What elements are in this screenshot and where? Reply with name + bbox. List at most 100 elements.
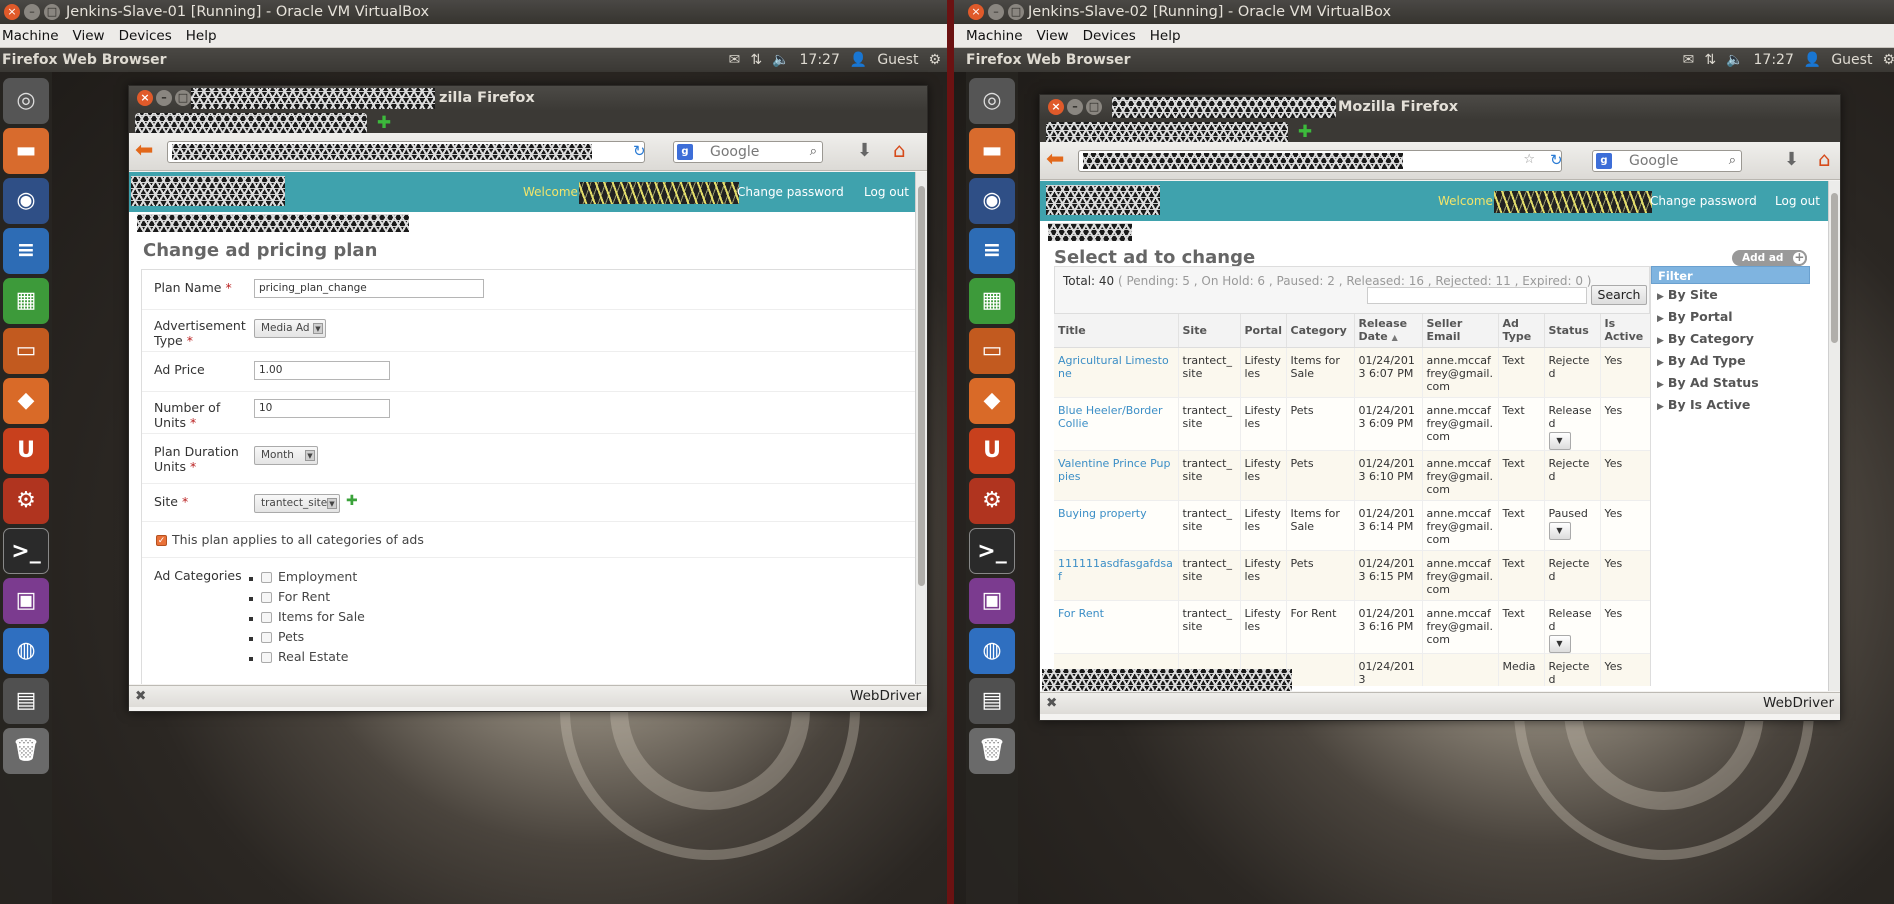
download-icon[interactable]: ⬇ bbox=[857, 142, 872, 160]
bookmark-star-icon[interactable]: ☆ bbox=[1523, 152, 1535, 167]
logout-link[interactable]: Log out bbox=[864, 185, 909, 199]
workspace-switcher-icon[interactable]: ▣ bbox=[969, 578, 1015, 624]
calc-icon[interactable]: ▦ bbox=[969, 278, 1015, 324]
settings-icon[interactable]: ⚙ bbox=[3, 478, 49, 524]
mail-icon[interactable]: ✉ bbox=[1683, 48, 1695, 72]
vm-close-icon[interactable]: × bbox=[4, 4, 20, 20]
filter-item[interactable]: ▶ By Ad Type bbox=[1651, 350, 1810, 372]
sort-asc-icon[interactable]: ▲ bbox=[1392, 333, 1398, 342]
ubuntu-one-icon[interactable]: U bbox=[969, 428, 1015, 474]
changelist-search-input[interactable] bbox=[1367, 287, 1587, 304]
ff-minimize-icon[interactable]: – bbox=[156, 90, 172, 106]
settings-icon[interactable]: ⚙ bbox=[969, 478, 1015, 524]
vm-maximize-icon[interactable]: □ bbox=[44, 4, 60, 20]
scrollbar-thumb[interactable] bbox=[1831, 193, 1838, 343]
workspace-switcher-icon[interactable]: ▣ bbox=[3, 578, 49, 624]
status-menu-dropdown-icon[interactable]: ▼ bbox=[1548, 431, 1571, 450]
col-site[interactable]: Site bbox=[1178, 314, 1241, 348]
clock[interactable]: 17:27 bbox=[1754, 48, 1794, 72]
ff-close-icon[interactable]: × bbox=[1048, 99, 1064, 115]
reload-icon[interactable]: ↻ bbox=[633, 142, 646, 160]
browser-tab[interactable] bbox=[135, 113, 367, 133]
browser-tab[interactable] bbox=[1046, 122, 1288, 142]
user-name[interactable]: Guest bbox=[877, 48, 918, 72]
mail-icon[interactable]: ✉ bbox=[729, 48, 741, 72]
site-select[interactable]: trantect_site ▼ bbox=[254, 494, 340, 513]
search-button[interactable]: Search bbox=[1591, 285, 1647, 305]
terminal-icon[interactable]: >_ bbox=[969, 528, 1015, 574]
volume-icon[interactable]: 🔈 bbox=[1726, 48, 1743, 72]
vm-close-icon[interactable]: × bbox=[968, 4, 984, 20]
page-scrollbar[interactable] bbox=[915, 172, 927, 684]
col-title[interactable]: Title bbox=[1054, 314, 1179, 348]
add-ad-button[interactable]: Add ad + bbox=[1732, 250, 1808, 266]
reload-icon[interactable]: ↻ bbox=[1550, 151, 1563, 169]
session-gear-icon[interactable]: ⚙ bbox=[928, 48, 941, 72]
col-release-date[interactable]: Release Date ▲ bbox=[1354, 314, 1423, 348]
writer-icon[interactable]: ≡ bbox=[3, 228, 49, 274]
ad-title-link[interactable]: Buying property bbox=[1058, 507, 1147, 520]
menu-view[interactable]: View bbox=[73, 24, 105, 47]
ff-close-icon[interactable]: × bbox=[137, 90, 153, 106]
firefox-icon[interactable]: ◉ bbox=[969, 178, 1015, 224]
back-arrow-icon[interactable]: ⬅ bbox=[135, 140, 153, 162]
col-status[interactable]: Status bbox=[1544, 314, 1601, 348]
terminal-icon[interactable]: >_ bbox=[3, 528, 49, 574]
download-icon[interactable]: ⬇ bbox=[1784, 151, 1799, 169]
dash-home-icon[interactable]: ◎ bbox=[969, 78, 1015, 124]
close-addon-bar-icon[interactable]: ✖ bbox=[135, 686, 146, 707]
user-name[interactable]: Guest bbox=[1831, 48, 1872, 72]
trash-icon[interactable]: 🗑 bbox=[3, 728, 49, 774]
files-icon[interactable]: ▬ bbox=[969, 128, 1015, 174]
magnifier-icon[interactable]: ⌕ bbox=[810, 142, 817, 162]
volume-icon[interactable]: 🔈 bbox=[772, 48, 789, 72]
units-input[interactable]: 10 bbox=[254, 399, 390, 418]
category-checkbox-items-for-sale[interactable] bbox=[261, 612, 272, 623]
ad-title-link[interactable]: Valentine Prince Puppies bbox=[1058, 457, 1171, 483]
menu-devices[interactable]: Devices bbox=[119, 24, 172, 47]
clock[interactable]: 17:27 bbox=[800, 48, 840, 72]
software-center-icon[interactable]: ◆ bbox=[969, 378, 1015, 424]
ad-price-input[interactable]: 1.00 bbox=[254, 361, 390, 380]
close-addon-bar-icon[interactable]: ✖ bbox=[1046, 693, 1057, 714]
filter-item[interactable]: ▶ By Category bbox=[1651, 328, 1810, 350]
ff-minimize-icon[interactable]: – bbox=[1067, 99, 1083, 115]
filter-item[interactable]: ▶ By Site bbox=[1651, 284, 1810, 306]
impress-icon[interactable]: ▭ bbox=[3, 328, 49, 374]
software-center-icon[interactable]: ◆ bbox=[3, 378, 49, 424]
category-checkbox-for-rent[interactable] bbox=[261, 592, 272, 603]
vm-maximize-icon[interactable]: □ bbox=[1008, 4, 1024, 20]
page-scrollbar[interactable] bbox=[1828, 181, 1840, 691]
vm-minimize-icon[interactable]: – bbox=[988, 4, 1004, 20]
ad-title-link[interactable]: Blue Heeler/Border Collie bbox=[1058, 404, 1163, 430]
search-box[interactable]: g Google ⌕ bbox=[673, 141, 823, 163]
show-desktop-icon[interactable]: ▤ bbox=[3, 678, 49, 724]
menu-machine[interactable]: Machine bbox=[966, 24, 1023, 47]
filter-item[interactable]: ▶ By Is Active bbox=[1651, 394, 1810, 416]
ff-maximize-icon[interactable]: □ bbox=[1086, 99, 1102, 115]
plan-name-input[interactable]: pricing_plan_change bbox=[254, 279, 484, 298]
change-password-link[interactable]: Change password bbox=[1650, 194, 1757, 208]
ad-title-link[interactable]: Agricultural Limestone bbox=[1058, 354, 1169, 380]
scrollbar-thumb[interactable] bbox=[918, 186, 925, 586]
session-gear-icon[interactable]: ⚙ bbox=[1882, 48, 1894, 72]
magnifier-icon[interactable]: ⌕ bbox=[1729, 151, 1736, 171]
home-icon[interactable]: ⌂ bbox=[893, 140, 906, 160]
category-checkbox-employment[interactable] bbox=[261, 572, 272, 583]
ad-title-link[interactable]: 111111asdfasgafdsaf bbox=[1058, 557, 1173, 583]
logout-link[interactable]: Log out bbox=[1775, 194, 1820, 208]
vm-minimize-icon[interactable]: – bbox=[24, 4, 40, 20]
change-password-link[interactable]: Change password bbox=[737, 185, 844, 199]
google-icon[interactable]: g bbox=[1596, 153, 1612, 169]
category-checkbox-pets[interactable] bbox=[261, 632, 272, 643]
writer-icon[interactable]: ≡ bbox=[969, 228, 1015, 274]
col-portal[interactable]: Portal bbox=[1240, 314, 1287, 348]
chromium-icon[interactable]: ◍ bbox=[969, 628, 1015, 674]
trash-icon[interactable]: 🗑 bbox=[969, 728, 1015, 774]
network-icon[interactable]: ⇅ bbox=[1704, 48, 1716, 72]
col-ad-type[interactable]: Ad Type bbox=[1498, 314, 1545, 348]
ff-maximize-icon[interactable]: □ bbox=[175, 90, 191, 106]
network-icon[interactable]: ⇅ bbox=[750, 48, 762, 72]
menu-devices[interactable]: Devices bbox=[1083, 24, 1136, 47]
url-bar[interactable]: ☆ bbox=[1078, 150, 1562, 172]
